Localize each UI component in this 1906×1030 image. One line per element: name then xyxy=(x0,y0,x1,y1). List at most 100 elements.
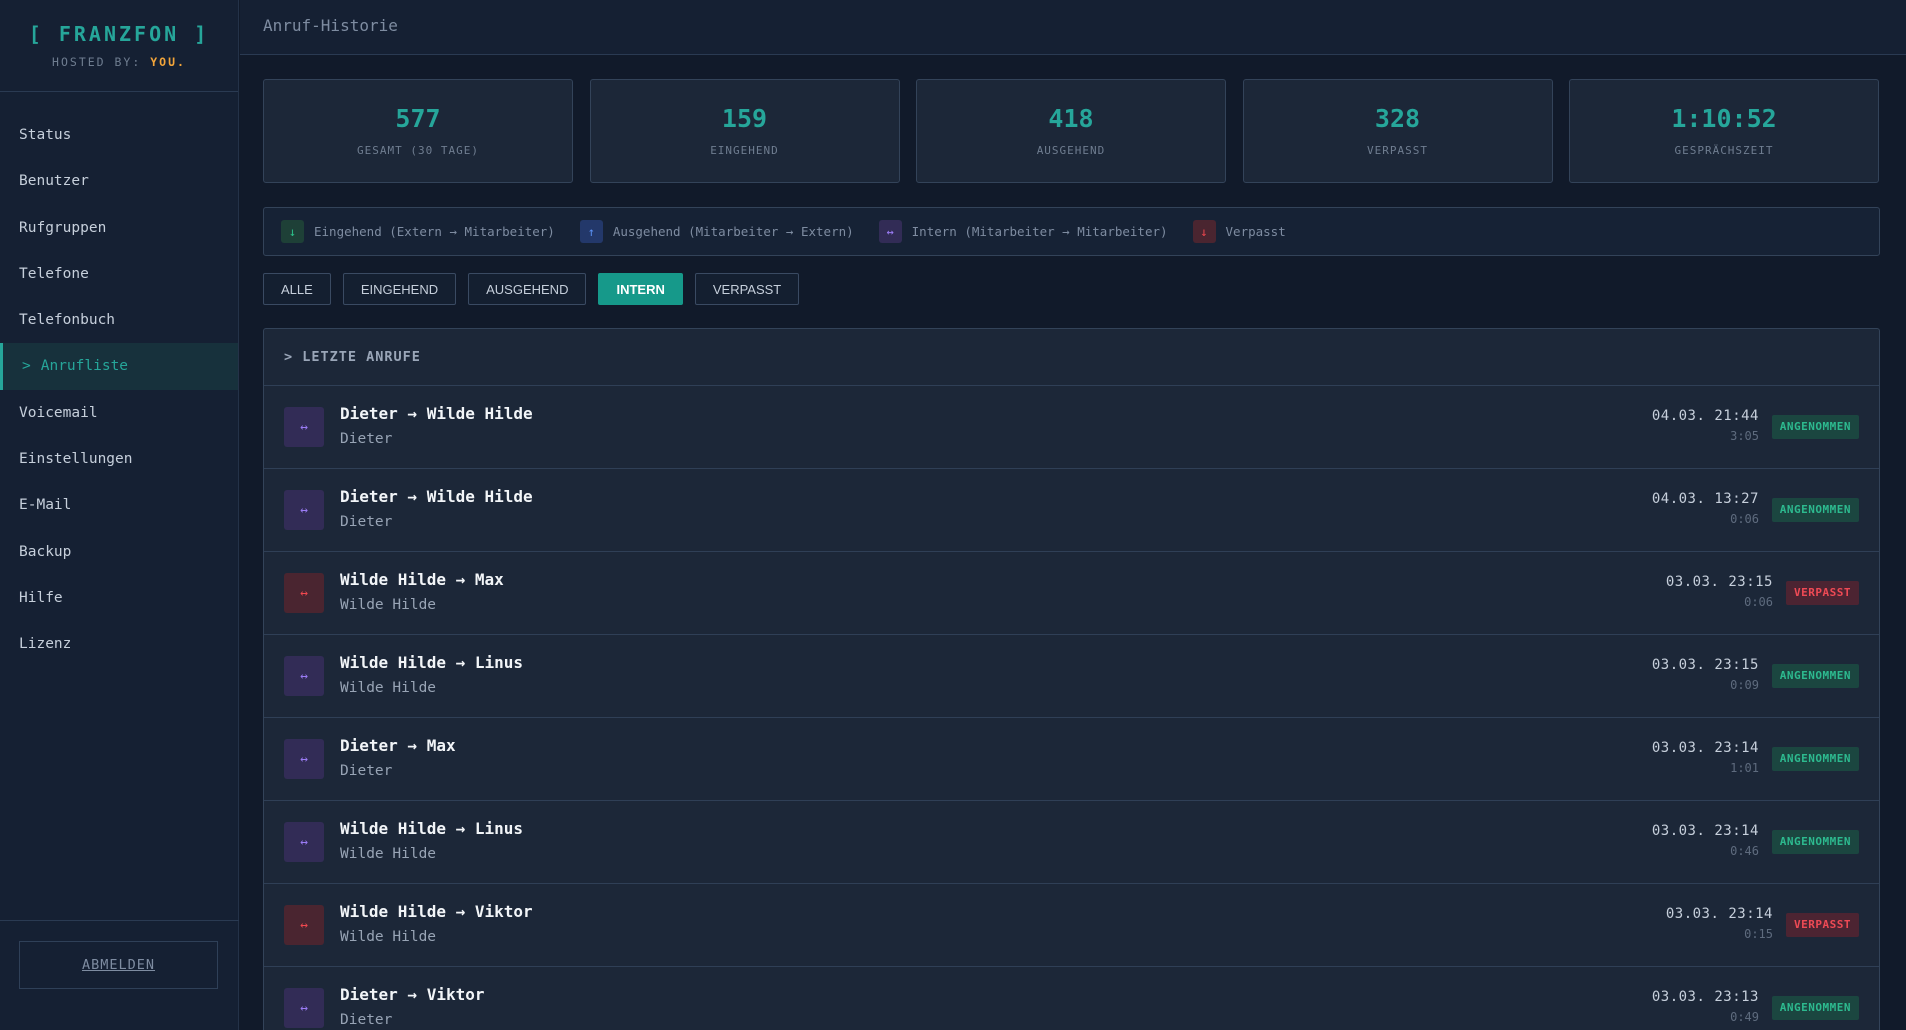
stat-card: 328 VERPASST xyxy=(1242,79,1553,183)
sidebar-item-label: Hilfe xyxy=(19,589,63,606)
stat-card: 577 GESAMT (30 TAGE) xyxy=(263,79,573,183)
call-row[interactable]: ↔ Dieter → Max Dieter 03.03. 23:14 1:01 ANGEN… xyxy=(264,718,1879,801)
sidebar-item-label: Anrufliste xyxy=(40,358,129,375)
call-row[interactable]: ↔ Dieter → Wilde Hilde Dieter 04.03. 13:27 0… xyxy=(264,469,1879,552)
arrow-both-icon: ↔ xyxy=(878,220,902,243)
sidebar-item-backup[interactable]: Backup xyxy=(0,529,238,575)
call-caller: Wilde Hilde xyxy=(340,680,437,696)
stat-value: 1:10:52 xyxy=(1671,104,1777,133)
call-time: 03.03. 23:14 xyxy=(1651,740,1759,756)
call-meta: 03.03. 23:14 0:15 xyxy=(1666,906,1773,941)
call-time: 04.03. 13:27 xyxy=(1651,491,1759,507)
sidebar-item-label: Benutzer xyxy=(19,173,89,190)
stat-label: EINGEHEND xyxy=(710,144,779,157)
hosted-suffix: . xyxy=(177,55,186,69)
stat-value: 328 xyxy=(1374,104,1421,133)
call-duration: 3:05 xyxy=(1730,429,1759,443)
call-meta: 04.03. 13:27 0:06 xyxy=(1652,491,1759,526)
stat-label: GESPRÄCHSZEIT xyxy=(1674,144,1774,157)
brand-title[interactable]: [ FRANZFON ] xyxy=(0,22,238,46)
active-marker-icon: > xyxy=(22,358,31,375)
stat-card: 159 EINGEHEND xyxy=(589,79,900,183)
calls-header: > LETZTE ANRUFE xyxy=(264,329,1879,386)
call-meta: 03.03. 23:13 0:49 xyxy=(1652,989,1759,1024)
sidebar-nav: Status Benutzer Rufgruppen Telefone Telefonb… xyxy=(0,112,238,668)
status-badge: ANGENOMMEN xyxy=(1771,498,1859,522)
legend-label: Verpasst xyxy=(1225,224,1286,239)
call-row[interactable]: ↔ Wilde Hilde → Viktor Wilde Hilde 03.03. 2… xyxy=(264,884,1879,967)
call-meta: 03.03. 23:14 1:01 xyxy=(1652,740,1759,775)
filter-eingehend-button[interactable]: EINGEHEND xyxy=(342,273,457,305)
stat-value: 577 xyxy=(395,104,441,133)
status-badge: ANGENOMMEN xyxy=(1771,415,1859,439)
call-duration: 0:06 xyxy=(1730,512,1759,526)
call-title: Wilde Hilde → Linus xyxy=(340,819,524,838)
stats-row: 577 GESAMT (30 TAGE) 159 EINGEHEND 418 AUSGEH… xyxy=(263,79,1879,183)
legend: ↓ Eingehend (Extern → Mitarbeiter) ↑ Ausgeh… xyxy=(263,207,1880,256)
call-caller: Dieter xyxy=(340,763,393,779)
call-time: 03.03. 23:15 xyxy=(1651,657,1759,673)
arrow-both-icon: ↔ xyxy=(284,739,324,779)
call-duration: 1:01 xyxy=(1730,761,1759,775)
sidebar-item-e-mail[interactable]: E-Mail xyxy=(0,482,238,528)
arrow-both-icon: ↔ xyxy=(284,656,324,696)
sidebar-item-lizenz[interactable]: Lizenz xyxy=(0,621,238,667)
sidebar-item-voicemail[interactable]: Voicemail xyxy=(0,390,238,436)
call-row[interactable]: ↔ Wilde Hilde → Linus Wilde Hilde 03.03. 23… xyxy=(264,635,1879,718)
call-time: 03.03. 23:13 xyxy=(1651,989,1759,1005)
status-badge: ANGENOMMEN xyxy=(1771,747,1859,771)
filter-alle-button[interactable]: ALLE xyxy=(263,273,331,305)
call-duration: 0:46 xyxy=(1730,844,1759,858)
stat-value: 418 xyxy=(1048,104,1094,133)
call-caller: Wilde Hilde xyxy=(340,929,437,945)
sidebar-item-status[interactable]: Status xyxy=(0,112,238,158)
call-row[interactable]: ↔ Wilde Hilde → Linus Wilde Hilde 03.03. 23… xyxy=(264,801,1879,884)
call-title: Dieter → Wilde Hilde xyxy=(340,404,533,423)
filter-intern-button[interactable]: INTERN xyxy=(598,273,683,305)
call-caller: Wilde Hilde xyxy=(340,846,437,862)
logout-button[interactable]: ABMELDEN xyxy=(19,941,218,989)
sidebar-item-telefone[interactable]: Telefone xyxy=(0,251,238,297)
call-caller: Dieter xyxy=(340,514,393,530)
arrow-both-icon: ↔ xyxy=(284,822,324,862)
legend-item-intern: ↔ Intern (Mitarbeiter → Mitarbeiter) xyxy=(878,220,1168,243)
legend-item-missed: ↓ Verpasst xyxy=(1192,220,1286,243)
call-row[interactable]: ↔ Wilde Hilde → Max Wilde Hilde 03.03. 23:1… xyxy=(264,552,1879,635)
arrow-both-icon: ↔ xyxy=(284,407,324,447)
sidebar-item-einstellungen[interactable]: Einstellungen xyxy=(0,436,238,482)
sidebar-item-anrufliste[interactable]: > Anrufliste xyxy=(0,343,238,390)
stat-label: GESAMT (30 TAGE) xyxy=(357,144,479,157)
sidebar-item-hilfe[interactable]: Hilfe xyxy=(0,575,238,621)
call-title: Dieter → Max xyxy=(340,736,456,755)
sidebar-item-benutzer[interactable]: Benutzer xyxy=(0,158,238,204)
topbar: Anruf-Historie xyxy=(240,0,1906,55)
arrow-both-icon: ↔ xyxy=(284,573,324,613)
hosted-prefix: HOSTED BY: xyxy=(52,55,142,69)
call-duration: 0:15 xyxy=(1744,927,1773,941)
arrow-both-icon: ↔ xyxy=(284,490,324,530)
sidebar-item-label: Status xyxy=(19,127,72,143)
filter-verpasst-button[interactable]: VERPASST xyxy=(694,273,800,305)
stat-card: 1:10:52 GESPRÄCHSZEIT xyxy=(1569,79,1879,183)
arrow-up-icon: ↑ xyxy=(579,220,603,243)
call-row[interactable]: ↔ Dieter → Wilde Hilde Dieter 04.03. 21:44 3… xyxy=(264,386,1879,469)
call-caller: Wilde Hilde xyxy=(340,597,437,613)
sidebar-item-telefonbuch[interactable]: Telefonbuch xyxy=(0,297,238,343)
legend-item-in: ↓ Eingehend (Extern → Mitarbeiter) xyxy=(281,220,555,243)
arrow-both-icon: ↔ xyxy=(284,988,324,1028)
filter-ausgehend-button[interactable]: AUSGEHEND xyxy=(468,273,587,305)
page-title: Anruf-Historie xyxy=(263,16,398,35)
call-duration: 0:09 xyxy=(1730,678,1759,692)
call-title: Wilde Hilde → Max xyxy=(340,570,504,589)
call-meta: 03.03. 23:15 0:09 xyxy=(1652,657,1759,692)
call-title: Dieter → Viktor xyxy=(340,985,485,1004)
main-content: Anruf-Historie 577 GESAMT (30 TAGE) 159 EIN… xyxy=(240,0,1906,1030)
call-duration: 0:06 xyxy=(1744,595,1773,609)
calls-panel: > LETZTE ANRUFE ↔ Dieter → Wilde Hilde Die… xyxy=(263,328,1880,1030)
stat-card: 418 AUSGEHEND xyxy=(916,79,1226,183)
hosted-name: YOU xyxy=(150,55,178,69)
filter-bar: ALLE EINGEHEND AUSGEHEND INTERN VERPASST xyxy=(263,273,800,305)
call-row[interactable]: ↔ Dieter → Viktor Dieter 03.03. 23:13 0:49 AN… xyxy=(264,967,1879,1030)
sidebar-item-rufgruppen[interactable]: Rufgruppen xyxy=(0,205,238,251)
sidebar-item-label: Einstellungen xyxy=(19,451,133,468)
